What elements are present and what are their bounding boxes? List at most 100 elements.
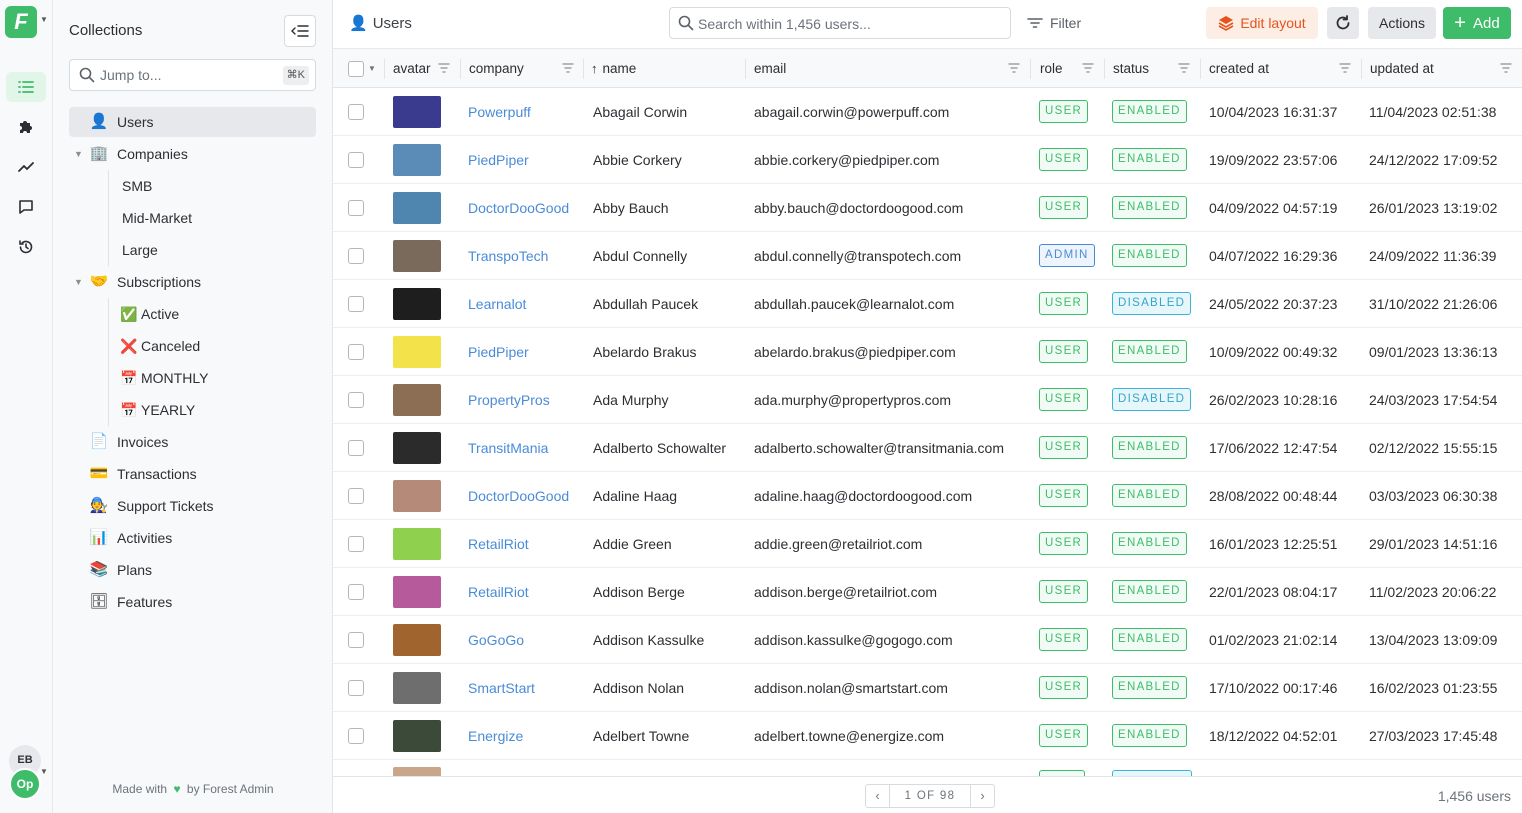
column-filter-icon[interactable]: [562, 62, 574, 74]
row-checkbox[interactable]: [348, 343, 364, 360]
sidebar-item-mid-market[interactable]: Mid-Market: [122, 203, 312, 233]
row-checkbox[interactable]: [348, 631, 364, 648]
row-checkbox[interactable]: [348, 151, 364, 168]
company-link[interactable]: RetailRiot: [468, 568, 529, 615]
table-row[interactable]: PiedPiper Abelardo Brakus abelardo.brakus@…: [333, 328, 1522, 376]
row-checkbox[interactable]: [348, 199, 364, 216]
column-header-email[interactable]: email: [754, 49, 1024, 88]
column-filter-icon[interactable]: [1178, 62, 1190, 74]
edit-layout-button[interactable]: Edit layout: [1206, 7, 1318, 39]
table-row[interactable]: GoGoGo Addison Kassulke addison.kassulke@g…: [333, 616, 1522, 664]
table-row[interactable]: DoctorDooGood Adaline Haag adaline.haag@do…: [333, 472, 1522, 520]
caret-down-icon[interactable]: ▼: [40, 15, 48, 24]
analytics-icon[interactable]: [6, 152, 46, 182]
row-checkbox[interactable]: [348, 535, 364, 552]
row-checkbox[interactable]: [348, 583, 364, 600]
table-row[interactable]: TranspoTech Abdul Connelly abdul.connelly@…: [333, 232, 1522, 280]
sidebar-item-users[interactable]: 👤 Users: [69, 107, 316, 137]
company-link[interactable]: PropertyPros: [468, 376, 550, 423]
row-checkbox[interactable]: [348, 679, 364, 696]
row-checkbox[interactable]: [348, 727, 364, 744]
table-row[interactable]: [333, 760, 1522, 776]
filter-button[interactable]: Filter: [1027, 7, 1081, 39]
column-filter-icon[interactable]: [1339, 62, 1351, 74]
chevron-down-icon[interactable]: ▼: [74, 149, 83, 159]
table-row[interactable]: Learnalot Abdullah Paucek abdullah.paucek@…: [333, 280, 1522, 328]
company-link[interactable]: GoGoGo: [468, 616, 524, 663]
row-checkbox[interactable]: [348, 391, 364, 408]
sidebar-item-yearly[interactable]: 📅 YEARLY: [120, 395, 310, 425]
company-link[interactable]: Learnalot: [468, 280, 526, 327]
sidebar-item-features[interactable]: 🗄 Features: [69, 587, 316, 617]
company-link[interactable]: DoctorDooGood: [468, 472, 569, 519]
row-checkbox[interactable]: [348, 247, 364, 264]
company-link[interactable]: Powerpuff: [468, 88, 531, 135]
select-all-checkbox[interactable]: [348, 60, 364, 77]
table-row[interactable]: SmartStart Addison Nolan addison.nolan@sma…: [333, 664, 1522, 712]
page-indicator[interactable]: 1 OF 98: [890, 790, 970, 802]
company-link[interactable]: PiedPiper: [468, 136, 529, 183]
puzzle-icon[interactable]: [6, 112, 46, 142]
sidebar-item-transactions[interactable]: 💳 Transactions: [69, 459, 316, 489]
company-link[interactable]: SmartStart: [468, 664, 535, 711]
column-header-role[interactable]: role: [1040, 49, 1100, 88]
column-filter-icon[interactable]: [1008, 62, 1020, 74]
column-filter-icon[interactable]: [1500, 62, 1512, 74]
refresh-button[interactable]: [1327, 7, 1359, 39]
caret-down-icon[interactable]: ▼: [368, 64, 376, 73]
company-link[interactable]: DoctorDooGood: [468, 184, 569, 231]
collections-nav-icon[interactable]: [6, 72, 46, 102]
actions-button[interactable]: Actions: [1368, 7, 1436, 39]
sidebar-item-subscriptions[interactable]: ▼ 🤝 Subscriptions: [69, 267, 316, 297]
company-link[interactable]: TranspoTech: [468, 232, 548, 279]
select-all-control[interactable]: ▼: [348, 49, 376, 88]
jump-to-field[interactable]: ⌘K: [69, 59, 316, 91]
forest-logo[interactable]: F: [5, 6, 37, 38]
search-field[interactable]: [669, 7, 1011, 39]
sidebar-item-canceled[interactable]: ❌ Canceled: [120, 331, 310, 361]
sidebar-item-activities[interactable]: 📊 Activities: [69, 523, 316, 553]
sidebar-item-support-tickets[interactable]: 🧑‍🔧 Support Tickets: [69, 491, 316, 521]
company-link[interactable]: TransitMania: [468, 424, 548, 471]
table-row[interactable]: RetailRiot Addison Berge addison.berge@ret…: [333, 568, 1522, 616]
column-header-updated-at[interactable]: updated at: [1370, 49, 1520, 88]
table-row[interactable]: TransitMania Adalberto Schowalter adalbert…: [333, 424, 1522, 472]
table-row[interactable]: RetailRiot Addie Green addie.green@retailr…: [333, 520, 1522, 568]
table-row[interactable]: PiedPiper Abbie Corkery abbie.corkery@pied…: [333, 136, 1522, 184]
company-link[interactable]: PiedPiper: [468, 328, 529, 375]
row-checkbox[interactable]: [348, 487, 364, 504]
sidebar-item-large[interactable]: Large: [122, 235, 312, 265]
by-forest-admin-link[interactable]: by Forest Admin: [187, 782, 274, 796]
next-page-button[interactable]: ›: [970, 785, 994, 807]
caret-down-icon[interactable]: ▼: [40, 767, 48, 776]
column-header-avatar[interactable]: avatar: [393, 49, 459, 88]
add-button[interactable]: + Add: [1443, 7, 1511, 39]
table-row[interactable]: Powerpuff Abagail Corwin abagail.corwin@po…: [333, 88, 1522, 136]
sidebar-item-companies[interactable]: ▼ 🏢 Companies: [69, 139, 316, 169]
jump-to-input[interactable]: [100, 65, 270, 85]
history-icon[interactable]: [6, 232, 46, 262]
sidebar-item-smb[interactable]: SMB: [122, 171, 312, 201]
column-header-company[interactable]: company: [469, 49, 581, 88]
table-row[interactable]: PropertyPros Ada Murphy ada.murphy@propert…: [333, 376, 1522, 424]
sidebar-item-plans[interactable]: 📚 Plans: [69, 555, 316, 585]
row-checkbox[interactable]: [348, 439, 364, 456]
previous-page-button[interactable]: ‹: [866, 785, 890, 807]
collapse-sidebar-button[interactable]: [284, 15, 316, 47]
column-header-created-at[interactable]: created at: [1209, 49, 1359, 88]
sidebar-item-active[interactable]: ✅ Active: [120, 299, 310, 329]
column-header-name[interactable]: ↑ name: [591, 49, 741, 88]
row-checkbox[interactable]: [348, 103, 364, 120]
company-link[interactable]: Energize: [468, 712, 523, 759]
sort-ascending-icon[interactable]: ↑: [591, 61, 598, 76]
chevron-down-icon[interactable]: ▼: [74, 277, 83, 287]
sidebar-item-invoices[interactable]: 📄 Invoices: [69, 427, 316, 457]
column-filter-icon[interactable]: [1082, 62, 1094, 74]
sidebar-item-monthly[interactable]: 📅 MONTHLY: [120, 363, 310, 393]
table-row[interactable]: Energize Adelbert Towne adelbert.towne@ene…: [333, 712, 1522, 760]
column-filter-icon[interactable]: [438, 62, 450, 74]
search-input[interactable]: [698, 14, 998, 34]
project-avatar[interactable]: Op: [9, 768, 41, 800]
column-header-status[interactable]: status: [1113, 49, 1199, 88]
row-checkbox[interactable]: [348, 295, 364, 312]
